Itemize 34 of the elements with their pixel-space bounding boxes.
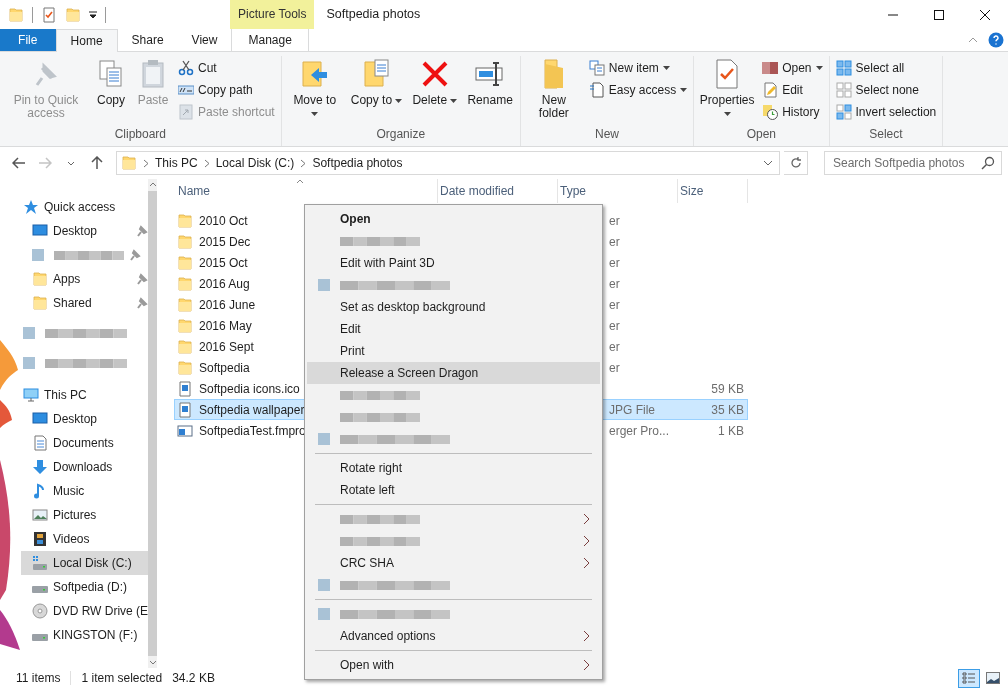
window-title: Softpedia photos — [325, 6, 422, 23]
item-count: 11 items — [16, 671, 61, 685]
file-type: er — [608, 234, 620, 249]
file-name: 2016 Aug — [198, 276, 250, 291]
file-name: Softpedia — [198, 360, 250, 375]
file-type: er — [608, 339, 620, 354]
group-label: Select — [868, 127, 904, 143]
file-size: 59 KB — [711, 381, 745, 396]
file-name: 2015 Dec — [198, 234, 251, 249]
file-type: er — [608, 276, 620, 291]
file-name: Softpedia icons.ico — [198, 381, 300, 396]
file-type: er — [608, 213, 620, 228]
group-label: New — [594, 127, 620, 143]
file-type: erger Pro... — [608, 423, 670, 438]
selection-status: 1 item selected — [81, 671, 163, 685]
file-type: er — [608, 318, 620, 333]
group-label: Organize — [375, 127, 427, 143]
contextual-tab-label: Picture Tools — [230, 0, 315, 29]
file-size: 35 KB — [711, 402, 745, 417]
file-name: 2016 June — [198, 297, 256, 312]
file-type: er — [608, 360, 620, 375]
file-name: SoftpediaTest.fmpro — [198, 423, 306, 438]
file-type: JPG File — [608, 402, 655, 417]
selection-size: 34.2 KB — [172, 671, 215, 685]
file-size: 1 KB — [718, 423, 745, 438]
file-name: 2016 Sept — [198, 339, 254, 354]
group-label: Clipboard — [113, 127, 168, 143]
file-name: Softpedia wallpaper. — [198, 402, 308, 417]
file-name: 2016 May — [198, 318, 252, 333]
file-name: 2010 Oct — [198, 213, 248, 228]
file-type: er — [608, 255, 620, 270]
file-type: er — [608, 297, 620, 312]
file-name: 2015 Oct — [198, 255, 248, 270]
group-label: Open — [745, 127, 778, 143]
